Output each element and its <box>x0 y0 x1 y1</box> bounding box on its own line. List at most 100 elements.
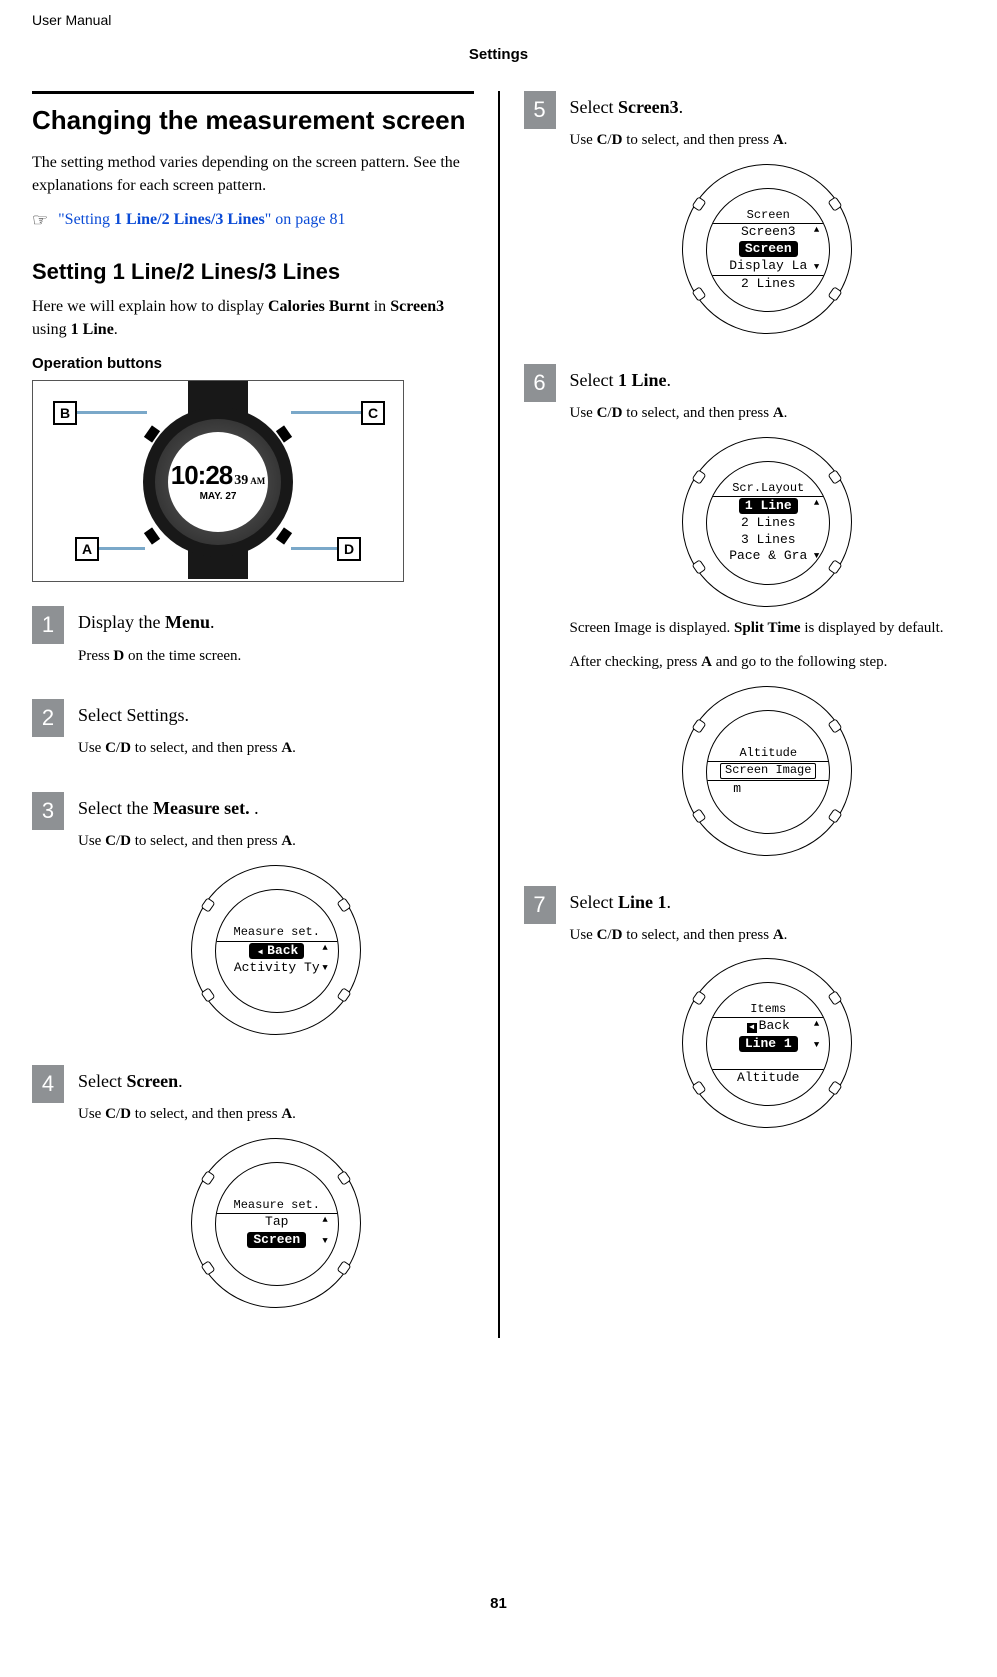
device-lcd: Scr.Layout 1 Line▲ 2 Lines 3 Lines Pace … <box>706 461 830 585</box>
crossref-pre: "Setting <box>58 211 114 228</box>
t: Screen Image is displayed. <box>570 620 735 636</box>
step-2: 2 Select Settings. Use C/D to select, an… <box>32 699 474 772</box>
t: Use <box>78 740 105 756</box>
step-title: Select the Measure set. . <box>78 796 474 820</box>
subsection-heading: Setting 1 Line/2 Lines/3 Lines <box>32 259 474 285</box>
t: . <box>679 97 684 117</box>
t: is displayed by default. <box>801 620 944 636</box>
step-4: 4 Select Screen. Use C/D to select, and … <box>32 1065 474 1318</box>
lcd-row-spacer <box>707 1053 829 1069</box>
lcd-row: Activity Ty▼ <box>216 960 338 976</box>
t: Select <box>78 1071 126 1091</box>
t: to select, and then press <box>131 833 281 849</box>
t: Back <box>267 943 298 958</box>
t: D <box>612 405 623 421</box>
left-column: Changing the measurement screen The sett… <box>32 91 488 1338</box>
down-arrow-icon: ▼ <box>814 552 819 562</box>
watch-time-ampm: AM <box>250 476 265 486</box>
lcd-row: 2 Lines <box>707 275 829 292</box>
step-7: 7 Select Line 1. Use C/D to select, and … <box>524 886 966 1139</box>
t: . <box>250 798 259 818</box>
device-illustration: Scr.Layout 1 Line▲ 2 Lines 3 Lines Pace … <box>682 437 852 607</box>
t: D <box>120 1106 131 1122</box>
t: to select, and then press <box>622 405 772 421</box>
step-content: Select Settings. Use C/D to select, and … <box>78 699 474 772</box>
t: and go to the following step. <box>712 654 887 670</box>
t: . <box>114 321 118 338</box>
line-decor <box>75 411 147 414</box>
t: Use <box>570 927 597 943</box>
down-arrow-icon: ▼ <box>322 1237 327 1247</box>
step-content: Display the Menu. Press D on the time sc… <box>78 606 474 679</box>
lcd-selected: Screen <box>247 1232 306 1248</box>
device-illustration: Items ◀Back▲ Line 1▼ Altitude <box>682 958 852 1128</box>
t: Display the <box>78 612 165 632</box>
step-number: 4 <box>32 1065 64 1103</box>
t: 1 Line <box>618 370 667 390</box>
t: . <box>292 740 296 756</box>
step-sub: Use C/D to select, and then press A. <box>570 129 966 152</box>
t: D <box>120 740 131 756</box>
step-sub: Use C/D to select, and then press A. <box>570 402 966 425</box>
t: A <box>701 654 712 670</box>
device-illustration: Measure set. Tap▲ Screen ▼ <box>191 1138 361 1308</box>
step-content: Select 1 Line. Use C/D to select, and th… <box>570 364 966 866</box>
lcd-row: ◀Back▲ <box>707 1017 829 1034</box>
lcd-header: Altitude <box>707 746 829 761</box>
t: . <box>667 892 672 912</box>
t: Select <box>570 892 618 912</box>
step-number: 3 <box>32 792 64 830</box>
t: Select the <box>78 798 153 818</box>
watch-time: 10:2839AM <box>171 462 266 489</box>
lcd-row: 1 Line▲ <box>707 496 829 515</box>
t: C <box>105 740 116 756</box>
watch-dial: 10:2839AM MAY. 27 <box>168 432 268 532</box>
t: D <box>120 833 131 849</box>
t: Calories Burnt <box>268 298 370 315</box>
lcd-row: Line 1▼ <box>707 1035 829 1053</box>
step-1: 1 Display the Menu. Press D on the time … <box>32 606 474 679</box>
t: to select, and then press <box>622 132 772 148</box>
t: After checking, press <box>570 654 702 670</box>
step-title: Display the Menu. <box>78 610 474 634</box>
t: Display La <box>729 259 807 273</box>
t: Menu <box>165 612 210 632</box>
t: on the time screen. <box>124 648 241 664</box>
t: Pace & Gra <box>729 549 807 563</box>
t: C <box>597 927 608 943</box>
lcd-row: m <box>707 780 829 797</box>
device-lcd: Altitude Screen Image m <box>706 710 830 834</box>
watch-illustration: A B C D 10:2839AM MAY. 27 <box>32 380 404 582</box>
t: Select <box>570 97 618 117</box>
crossref-link[interactable]: "Setting 1 Line/2 Lines/3 Lines" on page… <box>58 211 345 228</box>
back-icon: ◀ <box>255 948 265 958</box>
t: 1 Line <box>71 321 114 338</box>
t: in <box>370 298 390 315</box>
operation-buttons-label: Operation buttons <box>32 355 474 372</box>
step-5: 5 Select Screen3. Use C/D to select, and… <box>524 91 966 344</box>
step-number: 6 <box>524 364 556 402</box>
back-icon: ◀ <box>747 1023 757 1033</box>
step-sub: Press D on the time screen. <box>78 645 474 668</box>
lcd-row: ◀Back ▲ <box>216 941 338 960</box>
down-arrow-icon: ▼ <box>322 964 327 974</box>
t: Screen3 <box>741 225 796 239</box>
t: C <box>597 405 608 421</box>
step-sub: Use C/D to select, and then press A. <box>78 737 474 760</box>
t: . <box>292 833 296 849</box>
t: Screen3 <box>618 97 679 117</box>
lcd-row: Screen Image <box>707 761 829 779</box>
lcd-header: Items <box>707 1002 829 1017</box>
device-lcd: Screen Screen3▲ Screen Display La▼ 2 Lin… <box>706 188 830 312</box>
step-sub: Use C/D to select, and then press A. <box>78 830 474 853</box>
column-divider <box>498 91 500 1338</box>
watch-button-nub <box>276 528 292 545</box>
step-mid-text: Screen Image is displayed. Split Time is… <box>570 617 966 640</box>
down-arrow-icon: ▼ <box>814 1041 819 1051</box>
t: . <box>784 927 788 943</box>
t: Split Time <box>734 620 801 636</box>
t: Line 1 <box>618 892 667 912</box>
lcd-header: Screen <box>707 208 829 223</box>
step-content: Select Line 1. Use C/D to select, and th… <box>570 886 966 1139</box>
t: Press <box>78 648 113 664</box>
